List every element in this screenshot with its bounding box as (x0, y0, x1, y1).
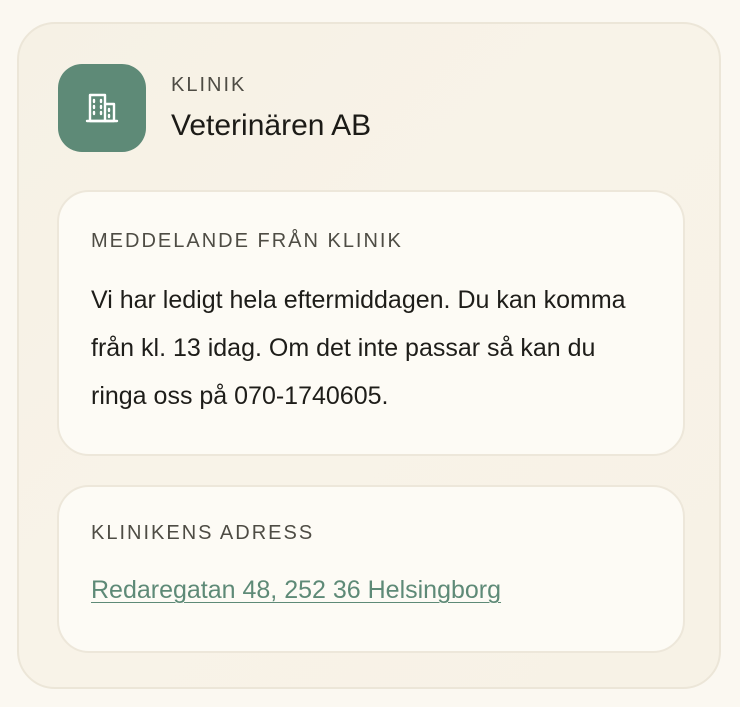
building-icon (58, 64, 146, 152)
clinic-header: KLINIK Veterinären AB (58, 64, 371, 152)
message-label: MEDDELANDE FRÅN KLINIK (91, 230, 403, 252)
message-text: Vi har ledigt hela eftermiddagen. Du kan… (91, 286, 626, 410)
address-panel: KLINIKENS ADRESS Redaregatan 48, 252 36 … (57, 485, 685, 653)
address-link[interactable]: Redaregatan 48, 252 36 Helsingborg (91, 574, 501, 606)
address-label: KLINIKENS ADRESS (91, 522, 315, 544)
clinic-header-text: KLINIK Veterinären AB (171, 71, 371, 145)
message-panel: MEDDELANDE FRÅN KLINIK Vi har ledigt hel… (57, 190, 685, 456)
clinic-eyebrow: KLINIK (171, 74, 247, 96)
clinic-name: Veterinären AB (171, 109, 372, 142)
clinic-card: KLINIK Veterinären AB MEDDELANDE FRÅN KL… (17, 22, 721, 689)
